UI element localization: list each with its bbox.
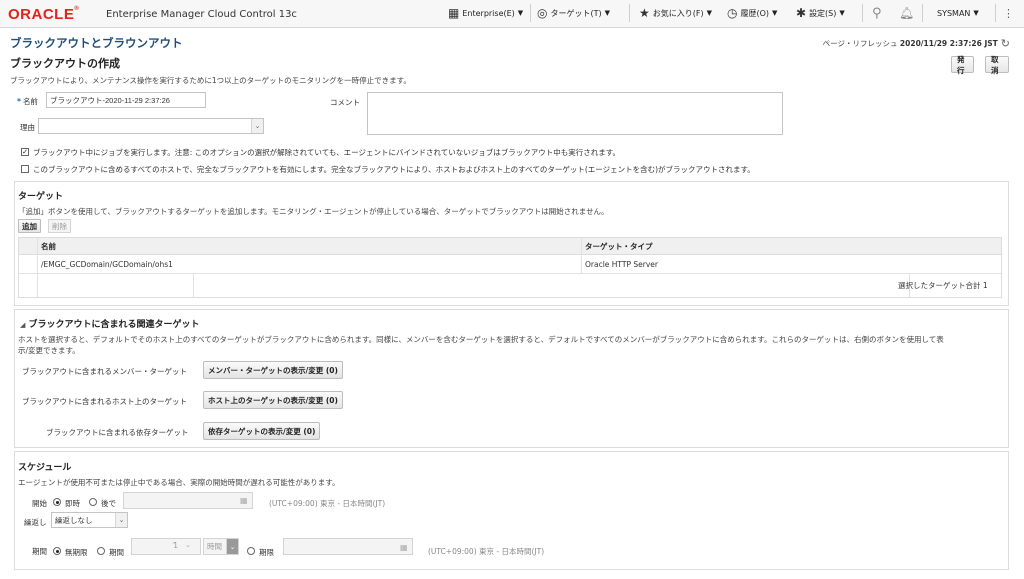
search-icon[interactable]: ⚲	[872, 2, 882, 24]
page-refresh: ページ・リフレッシュ 2020/11/29 2:37:26 JST ↻	[822, 37, 1010, 50]
chevron-down-icon: ⌄	[226, 539, 238, 554]
column-header-type[interactable]: ターゲット・タイプ	[581, 238, 1001, 255]
duration-indefinite-radio[interactable]	[53, 547, 61, 555]
chevron-down-icon: ▼	[706, 9, 712, 17]
refresh-icon[interactable]: ↻	[1001, 37, 1010, 50]
top-bar: ORACLE® Enterprise Manager Cloud Control…	[0, 0, 1024, 28]
menu-enterprise[interactable]: ▦ Enterprise(E) ▼	[448, 2, 523, 24]
product-name: Enterprise Manager Cloud Control 13c	[106, 9, 297, 20]
run-jobs-label: ブラックアウト中にジョブを実行します。注意: このオプションの選択が解除されてい…	[33, 148, 620, 157]
reason-select[interactable]: ⌄	[38, 118, 264, 134]
related-description-2: 示/変更できます。	[18, 346, 80, 355]
comment-label: コメント	[330, 98, 360, 107]
menu-target[interactable]: ◎ ターゲット(T) ▼	[537, 2, 610, 24]
table-cell-name[interactable]: /EMGC_GCDomain/GCDomain/ohs1	[37, 256, 581, 274]
targets-description: 「追加」ボタンを使用して、ブラックアウトするターゲットを追加します。モニタリング…	[18, 207, 609, 216]
related-title[interactable]: ◢ ブラックアウトに含まれる関連ターゲット	[20, 317, 200, 330]
decrement-icon[interactable]: ⌄	[185, 541, 191, 549]
page-description: ブラックアウトにより、メンテナンス操作を実行するために1つ以上のターゲットのモニ…	[10, 76, 411, 85]
submit-button[interactable]: 発行	[951, 55, 974, 75]
start-now-radio[interactable]	[53, 498, 61, 506]
duration-period-radio[interactable]	[97, 547, 105, 555]
full-blackout-label: このブラックアウトに含めるすべてのホストで、完全なブラックアウトを有効にします。…	[33, 165, 755, 174]
chevron-down-icon: ▼	[772, 9, 778, 17]
chevron-down-icon: ⌄	[251, 119, 263, 133]
targets-title: ターゲット	[18, 192, 64, 202]
calendar-icon[interactable]: ▦	[240, 496, 248, 505]
enterprise-icon: ▦	[448, 6, 460, 20]
cancel-button[interactable]: 取消	[985, 55, 1009, 75]
schedule-description: エージェントが使用不可または停止中である場合、実際の開始時間が遅れる可能性があり…	[18, 478, 340, 487]
user-menu[interactable]: SYSMAN ▼	[937, 2, 979, 24]
end-datetime-field[interactable]	[283, 538, 413, 555]
start-timezone: (UTC+09:00) 東京 - 日本時間(JT)	[269, 499, 386, 508]
repeat-label: 繰返し	[24, 518, 47, 527]
oracle-logo: ORACLE®	[8, 6, 80, 23]
start-label: 開始	[32, 499, 47, 508]
schedule-title: スケジュール	[18, 463, 72, 473]
name-field[interactable]	[46, 92, 206, 108]
remove-target-button[interactable]: 削除	[48, 219, 71, 233]
duration-unit-select[interactable]: 時間 ⌄	[203, 538, 239, 555]
start-later-radio[interactable]	[89, 498, 97, 506]
row-selector[interactable]	[19, 256, 37, 274]
table-cell-type: Oracle HTTP Server	[581, 256, 1001, 274]
host-targets-label: ブラックアウトに含まれるホスト上のターゲット	[22, 397, 187, 406]
start-later-label: 後で	[101, 499, 116, 508]
chevron-down-icon: ⌄	[115, 513, 127, 527]
run-jobs-checkbox[interactable]: ✓	[21, 148, 29, 156]
member-targets-button[interactable]: メンバー・ターゲットの表示/変更 (0)	[203, 361, 343, 379]
name-label: * 名前	[17, 97, 38, 106]
start-datetime-field[interactable]	[123, 492, 253, 509]
menu-history[interactable]: ◷ 履歴(O) ▼	[727, 2, 777, 24]
chevron-down-icon: ▼	[517, 9, 524, 17]
clock-icon: ◷	[727, 6, 738, 20]
sub-title: ブラックアウトの作成	[10, 57, 120, 70]
reason-label: 理由	[20, 123, 35, 132]
start-now-label: 即時	[65, 499, 80, 508]
target-icon: ◎	[537, 6, 548, 20]
related-description: ホストを選択すると、デフォルトでそのホスト上のすべてのターゲットがブラックアウト…	[18, 335, 944, 344]
page-title: ブラックアウトとブラウンアウト	[10, 36, 183, 50]
menu-favorites[interactable]: ★ お気に入り(F) ▼	[639, 2, 712, 24]
increment-icon[interactable]: ⌃	[171, 541, 177, 549]
comment-field[interactable]	[367, 92, 783, 135]
dependent-targets-button[interactable]: 依存ターゲットの表示/変更 (0)	[203, 422, 321, 440]
menu-dots-icon[interactable]: ⋮	[1003, 2, 1014, 24]
bell-icon[interactable]: 🔔︎	[899, 2, 914, 24]
end-timezone: (UTC+09:00) 東京 - 日本時間(JT)	[428, 547, 545, 556]
column-header-name[interactable]: 名前	[37, 238, 581, 255]
gear-icon: ✱	[796, 6, 807, 20]
add-target-button[interactable]: 追加	[18, 219, 41, 233]
calendar-icon[interactable]: ▦	[400, 543, 408, 552]
chevron-down-icon: ▼	[604, 9, 611, 17]
required-icon: *	[17, 97, 21, 106]
duration-indefinite-label: 無期限	[65, 548, 88, 557]
menu-settings[interactable]: ✱ 設定(S) ▼	[796, 2, 845, 24]
star-icon: ★	[639, 6, 650, 20]
full-blackout-checkbox[interactable]	[21, 165, 29, 173]
duration-end-radio[interactable]	[247, 547, 255, 555]
chevron-down-icon: ▼	[973, 9, 979, 17]
duration-end-label: 期限	[259, 548, 274, 557]
chevron-down-icon: ▼	[839, 9, 845, 17]
collapse-icon: ◢	[20, 321, 26, 329]
repeat-select[interactable]: 繰返しなし ⌄	[51, 512, 128, 528]
duration-period-label: 期間	[109, 548, 124, 557]
host-targets-button[interactable]: ホスト上のターゲットの表示/変更 (0)	[203, 391, 343, 409]
member-targets-label: ブラックアウトに含まれるメンバー・ターゲット	[22, 367, 187, 376]
duration-label: 期間	[32, 547, 47, 556]
total-targets: 選択したターゲット合計 1	[898, 281, 988, 290]
targets-table: 名前 ターゲット・タイプ /EMGC_GCDomain/GCDomain/ohs…	[18, 237, 1002, 298]
dependent-targets-label: ブラックアウトに含まれる依存ターゲット	[46, 428, 189, 437]
